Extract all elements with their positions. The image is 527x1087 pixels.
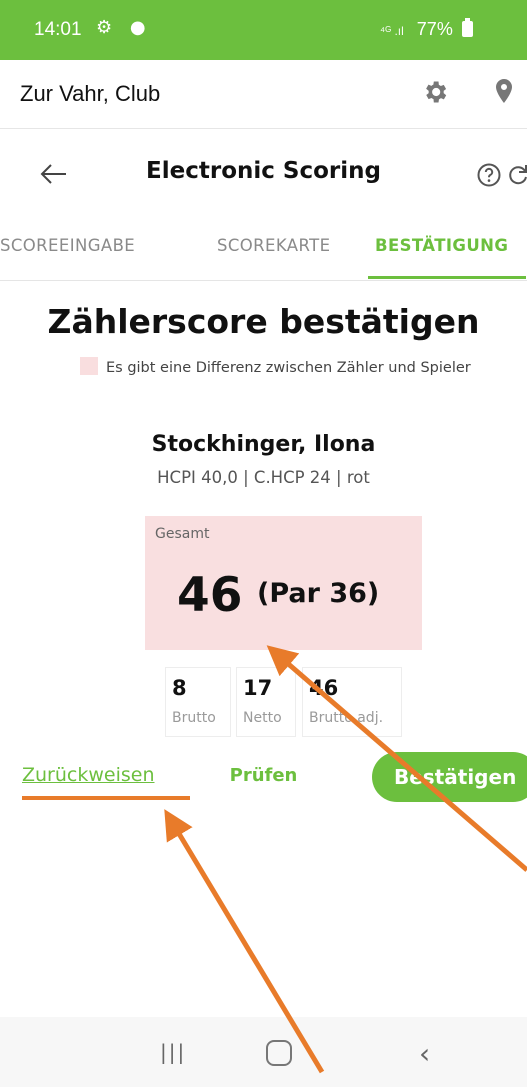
- difference-swatch: [80, 357, 98, 375]
- total-score: 46: [177, 568, 243, 623]
- confirm-button[interactable]: Bestätigen: [372, 752, 527, 802]
- refresh-icon[interactable]: [505, 162, 527, 188]
- total-par: (Par 36): [257, 578, 380, 609]
- stat-netto: 17 Netto: [236, 667, 296, 737]
- stat-value: 8: [172, 676, 187, 700]
- stat-label: Brutto adj.: [309, 710, 384, 726]
- stat-brutto: 8 Brutto: [165, 667, 231, 737]
- signal-icon: ⁴ᴳ .ıl: [380, 24, 404, 38]
- status-bar: 14:01 ⚙ ● ⁴ᴳ .ıl 77%: [0, 0, 527, 60]
- player-hcp: HCPI 40,0 | C.HCP 24 | rot: [157, 468, 370, 487]
- recent-apps-icon[interactable]: |||: [160, 1040, 186, 1064]
- stat-label: Brutto: [172, 710, 216, 726]
- location-pin-icon[interactable]: [492, 77, 516, 107]
- notification-icons: ⚙ ●: [96, 17, 152, 38]
- android-nav-bar: ||| ‹: [0, 1017, 527, 1087]
- gear-icon[interactable]: [421, 78, 449, 106]
- annotation-underline: [22, 796, 190, 800]
- battery-level: 77%: [416, 19, 453, 39]
- help-icon[interactable]: [476, 162, 502, 188]
- difference-legend: Es gibt eine Differenz zwischen Zähler u…: [80, 357, 471, 376]
- legend-text: Es gibt eine Differenz zwischen Zähler u…: [106, 360, 471, 376]
- confirm-title: Zählerscore bestätigen: [47, 302, 480, 341]
- active-tab-indicator: [368, 276, 526, 279]
- battery-icon: [461, 18, 473, 37]
- tab-scoreeingabe[interactable]: SCOREEINGABE: [0, 236, 135, 255]
- stat-label: Netto: [243, 710, 282, 726]
- reject-link[interactable]: Zurückweisen: [22, 764, 155, 786]
- page-title: Electronic Scoring: [146, 158, 381, 184]
- home-icon[interactable]: [266, 1040, 292, 1066]
- total-score-card: Gesamt 46 (Par 36): [145, 516, 422, 650]
- stat-brutto-adj: 46 Brutto adj.: [302, 667, 402, 737]
- status-right: ⁴ᴳ .ıl 77%: [380, 18, 473, 40]
- nav-back-icon[interactable]: ‹: [419, 1037, 430, 1070]
- tab-bar: SCOREEINGABE SCOREKARTE BESTÄTIGUNG: [0, 224, 527, 281]
- stat-value: 17: [243, 676, 273, 700]
- total-label: Gesamt: [155, 526, 210, 542]
- player-name: Stockhinger, Ilona: [151, 432, 376, 457]
- app-bar: Zur Vahr, Club: [0, 60, 527, 129]
- status-time: 14:01: [34, 19, 82, 40]
- title-bar: Electronic Scoring: [0, 128, 527, 224]
- club-name: Zur Vahr, Club: [20, 81, 161, 106]
- tab-scorekarte[interactable]: SCOREKARTE: [217, 236, 330, 255]
- tab-bestaetigung[interactable]: BESTÄTIGUNG: [375, 236, 508, 255]
- stat-value: 46: [309, 676, 339, 700]
